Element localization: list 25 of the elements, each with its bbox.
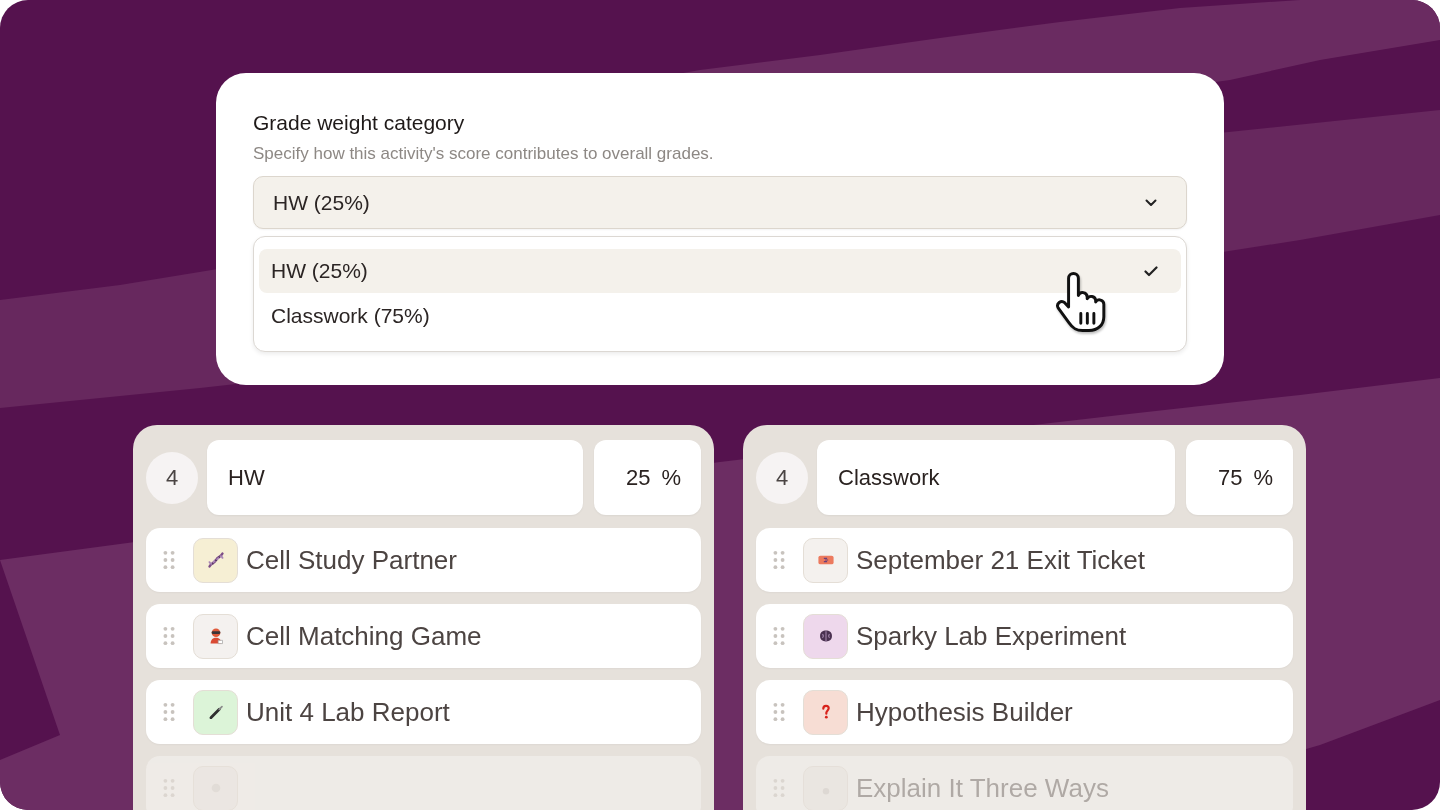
activity-card[interactable]: Hypothesis Builder <box>756 680 1293 744</box>
drag-handle-icon[interactable] <box>163 702 175 722</box>
drag-handle-icon[interactable] <box>163 626 175 646</box>
activity-card[interactable]: Sparky Lab Experiment <box>756 604 1293 668</box>
name-input[interactable]: HW <box>207 440 583 515</box>
chevron-down-icon <box>1145 198 1157 207</box>
activity-card[interactable]: Cell Study Partner <box>146 528 701 592</box>
activity-card[interactable]: Cell Matching Game <box>146 604 701 668</box>
field-label: Grade weight category <box>253 110 466 136</box>
dropdown-option[interactable]: HW (25%) <box>259 249 1181 293</box>
percent-input[interactable]: 75 % <box>1186 440 1293 515</box>
activity-card[interactable]: September 21 Exit Ticket <box>756 528 1293 592</box>
name-input[interactable]: Classwork <box>817 440 1175 515</box>
dropdown-option[interactable]: Classwork (75%) <box>259 293 1181 339</box>
percent-input[interactable]: 25 % <box>594 440 701 515</box>
dropdown-select[interactable]: HW (25%) <box>253 176 1187 229</box>
activity-card[interactable]: Unit 4 Lab Report <box>146 680 701 744</box>
drag-handle-icon[interactable] <box>773 550 785 570</box>
item-count: 4 <box>756 451 808 504</box>
drag-handle-icon[interactable] <box>773 702 785 722</box>
drag-handle-icon[interactable] <box>163 550 175 570</box>
drag-handle-icon[interactable] <box>773 626 785 646</box>
field-description: Specify how this activity's score contributes to overall grades. <box>253 143 715 165</box>
checkmark-icon <box>1144 265 1158 277</box>
item-count: 4 <box>146 451 198 504</box>
